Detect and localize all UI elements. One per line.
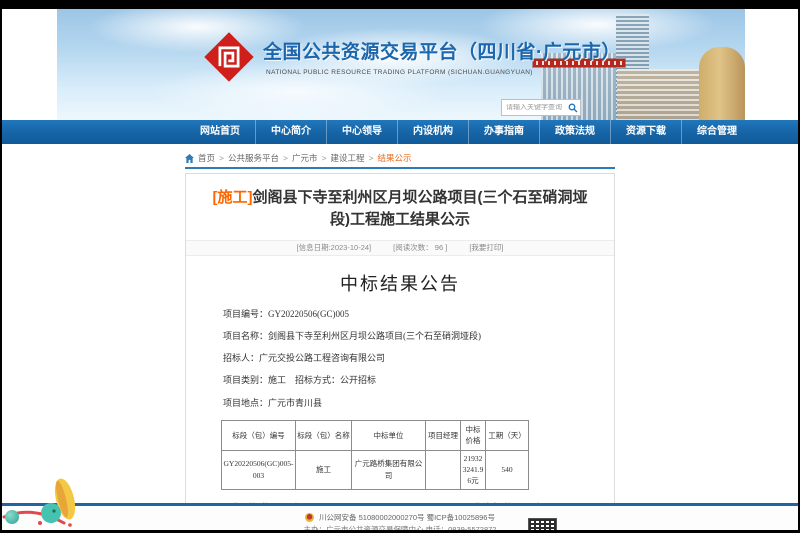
breadcrumb-category[interactable]: 建设工程 bbox=[330, 152, 364, 164]
search-box bbox=[501, 99, 581, 116]
police-badge-icon bbox=[305, 513, 314, 522]
breadcrumb-city[interactable]: 广元市 bbox=[292, 152, 318, 164]
breadcrumb-separator: > bbox=[321, 153, 326, 163]
floating-widget-icon[interactable] bbox=[5, 510, 19, 524]
nav-item-leaders[interactable]: 中心领导 bbox=[326, 120, 397, 144]
col-price: 中标价格 bbox=[461, 420, 486, 450]
breadcrumb-home[interactable]: 首页 bbox=[198, 152, 215, 164]
field-category-mode: 项目类别：施工 招标方式：公开招标 bbox=[223, 375, 596, 386]
platform-logo-icon bbox=[203, 31, 255, 83]
publish-date: [信息日期:2023-10-24] bbox=[297, 242, 372, 253]
site-brand: 全国公共资源交易平台（四川省·广元市） NATIONAL PUBLIC RESO… bbox=[263, 37, 593, 76]
article-meta-bar: [信息日期:2023-10-24] [阅读次数： 96 ] [我要打印] bbox=[186, 240, 614, 256]
nav-item-orgs[interactable]: 内设机构 bbox=[397, 120, 468, 144]
nav-item-downloads[interactable]: 资源下载 bbox=[610, 120, 681, 144]
breadcrumb-platform[interactable]: 公共服务平台 bbox=[228, 152, 279, 164]
nav-menu: 网站首页 中心简介 中心领导 内设机构 办事指南 政策法规 资源下载 综合管理 bbox=[185, 120, 798, 144]
search-icon bbox=[568, 103, 578, 113]
footer-organizer-line: 主办：广元市公共资源交易保障中心 电话：0839-5572872 bbox=[2, 524, 798, 530]
nav-item-policy[interactable]: 政策法规 bbox=[539, 120, 610, 144]
home-icon bbox=[185, 154, 194, 163]
cell-section-no: GY20220506(GC)005-003 bbox=[222, 450, 296, 489]
field-project-name: 项目名称：剑阁县下寺至利州区月坝公路项目(三个石至硝洞垭段) bbox=[223, 331, 596, 342]
nav-item-management[interactable]: 综合管理 bbox=[681, 120, 752, 144]
field-location: 项目地点：广元市青川县 bbox=[223, 398, 596, 409]
cell-section-name: 施工 bbox=[296, 450, 352, 489]
col-section-name: 标段（包）名称 bbox=[296, 420, 352, 450]
qr-code bbox=[529, 519, 556, 530]
breadcrumb: 首页 > 公共服务平台 > 广元市 > 建设工程 > 结果公示 bbox=[185, 149, 615, 169]
header-banner: 全国公共资源交易平台（四川省·广元市） NATIONAL PUBLIC RESO… bbox=[57, 9, 745, 120]
breadcrumb-separator: > bbox=[368, 153, 373, 163]
page: 全国公共资源交易平台（四川省·广元市） NATIONAL PUBLIC RESO… bbox=[2, 9, 798, 530]
site-title: 全国公共资源交易平台（四川省·广元市） bbox=[263, 37, 593, 64]
col-winner: 中标单位 bbox=[352, 420, 426, 450]
search-button[interactable] bbox=[566, 100, 580, 115]
search-input[interactable] bbox=[502, 104, 566, 111]
article-box: [施工]剑阁县下寺至利州区月坝公路项目(三个石至硝洞垭段)工程施工结果公示 [信… bbox=[185, 173, 615, 530]
field-project-no: 项目编号：GY20220506(GC)005 bbox=[223, 309, 596, 320]
cell-price: 219323241.96元 bbox=[461, 450, 486, 489]
cell-duration: 540 bbox=[486, 450, 529, 489]
view-count: [阅读次数： 96 ] bbox=[393, 242, 447, 253]
breadcrumb-separator: > bbox=[283, 153, 288, 163]
article-category-tag: [施工] bbox=[213, 189, 253, 206]
building-dome-graphic bbox=[699, 47, 745, 120]
announcement-body: 中标结果公告 项目编号：GY20220506(GC)005 项目名称：剑阁县下寺… bbox=[186, 270, 614, 531]
page-footer: 川公网安备 51080002000270号 蜀ICP备10025896号 主办：… bbox=[2, 503, 798, 530]
cell-winner: 广元路桥集团有限公司 bbox=[352, 450, 426, 489]
table-header-row: 标段（包）编号 标段（包）名称 中标单位 项目经理 中标价格 工期（天） bbox=[222, 420, 529, 450]
col-section-no: 标段（包）编号 bbox=[222, 420, 296, 450]
breadcrumb-separator: > bbox=[219, 153, 224, 163]
nav-item-home[interactable]: 网站首页 bbox=[185, 120, 255, 144]
beian-text: 川公网安备 51080002000270号 蜀ICP备10025896号 bbox=[319, 512, 495, 523]
cell-manager bbox=[426, 450, 461, 489]
breadcrumb-current: 结果公示 bbox=[377, 152, 411, 164]
main-navbar: 网站首页 中心简介 中心领导 内设机构 办事指南 政策法规 资源下载 综合管理 bbox=[2, 120, 798, 144]
print-link[interactable]: [我要打印] bbox=[469, 242, 503, 253]
nav-item-guide[interactable]: 办事指南 bbox=[468, 120, 539, 144]
announcement-heading: 中标结果公告 bbox=[186, 270, 614, 296]
article-title: [施工]剑阁县下寺至利州区月坝公路项目(三个石至硝洞垭段)工程施工结果公示 bbox=[206, 187, 594, 231]
article-title-text: 剑阁县下寺至利州区月坝公路项目(三个石至硝洞垭段)工程施工结果公示 bbox=[253, 189, 588, 228]
table-row: GY20220506(GC)005-003 施工 广元路桥集团有限公司 2193… bbox=[222, 450, 529, 489]
site-subtitle: NATIONAL PUBLIC RESOURCE TRADING PLATFOR… bbox=[266, 69, 593, 76]
col-manager: 项目经理 bbox=[426, 420, 461, 450]
field-tenderee: 招标人：广元交投公路工程咨询有限公司 bbox=[223, 353, 596, 364]
bid-result-table: 标段（包）编号 标段（包）名称 中标单位 项目经理 中标价格 工期（天） GY2… bbox=[221, 420, 529, 490]
col-duration: 工期（天） bbox=[486, 420, 529, 450]
footer-beian-line: 川公网安备 51080002000270号 蜀ICP备10025896号 bbox=[2, 512, 798, 523]
nav-item-intro[interactable]: 中心简介 bbox=[255, 120, 326, 144]
